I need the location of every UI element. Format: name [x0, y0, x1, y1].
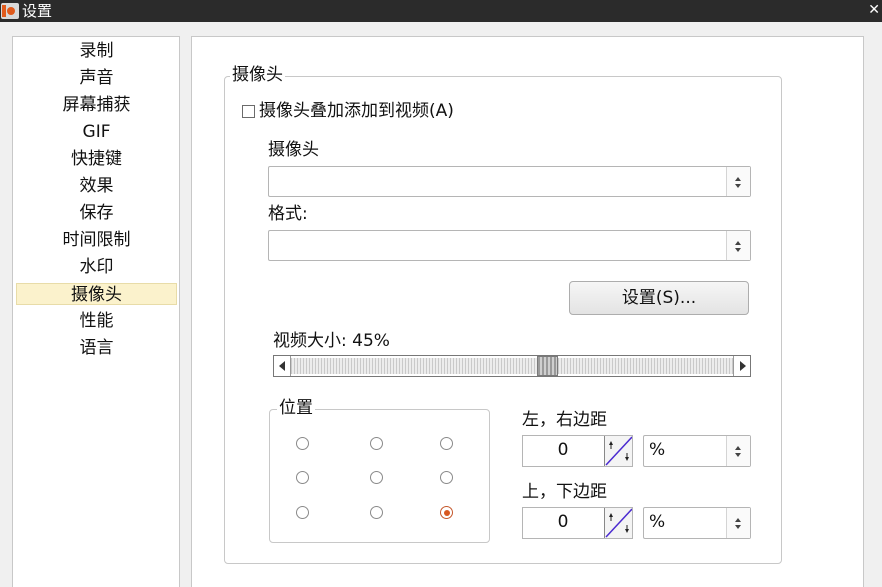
spin-arrows-icon	[726, 231, 750, 260]
settings-button[interactable]: 设置(S)...	[569, 281, 749, 315]
close-icon[interactable]: ✕	[868, 0, 880, 20]
top-bottom-margin-label: 上，下边距	[522, 482, 607, 502]
slider-thumb[interactable]	[537, 356, 558, 376]
sidebar-item-audio[interactable]: 声音	[16, 67, 177, 89]
sidebar-item-watermark[interactable]: 水印	[16, 256, 177, 278]
position-radio-bottom-right[interactable]	[440, 506, 453, 519]
sidebar-item-record[interactable]: 录制	[16, 40, 177, 62]
top-bottom-margin-input[interactable]: 0	[522, 507, 633, 539]
position-radio-top-center[interactable]	[370, 437, 383, 450]
video-size-slider[interactable]	[273, 355, 751, 377]
left-right-unit-select[interactable]: %	[643, 435, 751, 467]
video-size-label: 视频大小: 45%	[273, 331, 390, 351]
sidebar-item-language[interactable]: 语言	[16, 337, 177, 359]
sidebar-item-performance[interactable]: 性能	[16, 310, 177, 332]
position-radio-bottom-center[interactable]	[370, 506, 383, 519]
position-radio-bottom-left[interactable]	[296, 506, 309, 519]
top-bottom-margin-value[interactable]: 0	[523, 512, 603, 532]
app-logo-icon	[1, 3, 19, 19]
top-bottom-unit-value: %	[649, 512, 666, 532]
camera-label: 摄像头	[268, 140, 319, 160]
spin-arrows-icon	[726, 508, 750, 538]
title-bar: 设置 ✕	[0, 0, 882, 22]
position-radio-middle-right[interactable]	[440, 471, 453, 484]
format-label: 格式:	[268, 204, 308, 224]
arrow-left-icon	[279, 361, 285, 371]
left-right-margin-input[interactable]: 0	[522, 435, 633, 467]
spin-arrows-icon	[726, 436, 750, 466]
overlay-checkbox[interactable]	[242, 105, 255, 118]
stepper-icon[interactable]	[604, 436, 632, 466]
sidebar-item-camera[interactable]: 摄像头	[16, 283, 177, 305]
settings-content: 摄像头 摄像头叠加添加到视频(A) 摄像头 格式: 设置(S)... 视频大小:…	[191, 36, 864, 587]
position-group-title: 位置	[277, 398, 315, 418]
window-title: 设置	[22, 2, 53, 20]
sidebar-item-hotkeys[interactable]: 快捷键	[16, 148, 177, 170]
position-radio-top-right[interactable]	[440, 437, 453, 450]
spin-arrows-icon	[726, 167, 750, 196]
overlay-checkbox-label[interactable]: 摄像头叠加添加到视频(A)	[259, 101, 454, 121]
position-radio-middle-center[interactable]	[370, 471, 383, 484]
camera-group-title: 摄像头	[230, 65, 285, 85]
sidebar-item-screen-capture[interactable]: 屏幕捕获	[16, 94, 177, 116]
camera-select[interactable]	[268, 166, 751, 197]
sidebar-item-time-limit[interactable]: 时间限制	[16, 229, 177, 251]
left-right-unit-value: %	[649, 440, 666, 460]
stepper-icon[interactable]	[604, 508, 632, 538]
top-bottom-unit-select[interactable]: %	[643, 507, 751, 539]
settings-sidebar: 录制 声音 屏幕捕获 GIF 快捷键 效果 保存 时间限制 水印 摄像头 性能 …	[12, 36, 180, 587]
slider-right-button[interactable]	[733, 356, 750, 376]
sidebar-item-effects[interactable]: 效果	[16, 175, 177, 197]
position-radio-top-left[interactable]	[296, 437, 309, 450]
slider-track[interactable]	[291, 358, 733, 374]
left-right-margin-value[interactable]: 0	[523, 440, 603, 460]
slider-left-button[interactable]	[274, 356, 291, 376]
position-radio-middle-left[interactable]	[296, 471, 309, 484]
format-select[interactable]	[268, 230, 751, 261]
sidebar-item-save[interactable]: 保存	[16, 202, 177, 224]
sidebar-item-gif[interactable]: GIF	[16, 121, 177, 143]
left-right-margin-label: 左，右边距	[522, 410, 607, 430]
arrow-right-icon	[740, 361, 746, 371]
